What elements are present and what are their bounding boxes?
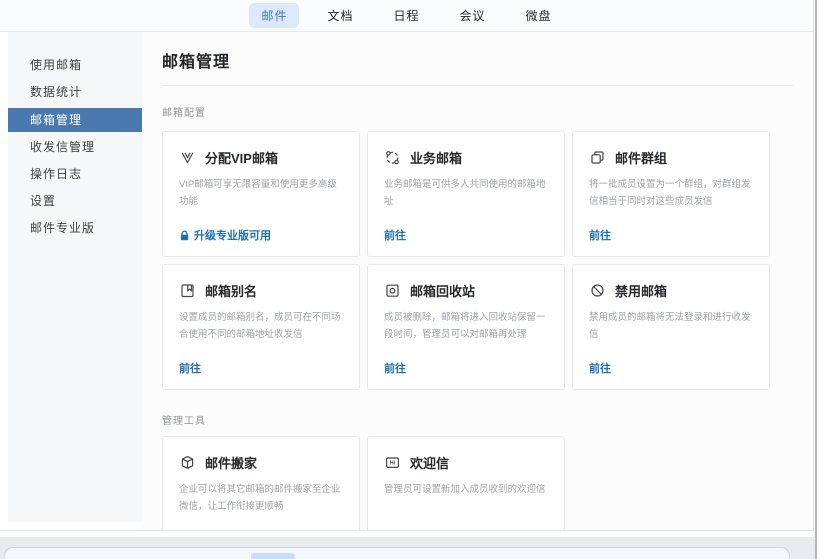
welcome-letter-icon: Hi [384,454,401,471]
card-business-mailbox: 业务邮箱 业务邮箱是可供多人共同使用的邮箱地址 前往 [367,131,565,257]
card-title: 邮件群组 [615,148,667,167]
card-welcome-letter: Hi 欢迎信 管理员可设置新加入成员收到的欢迎信 前往 [367,436,565,530]
card-desc: 禁用成员的邮箱将无法登录和进行收发信 [589,310,756,343]
mail-migration-icon [179,454,196,471]
tab-mail[interactable]: 邮件 [249,3,299,28]
mailbox-alias-icon [179,282,196,299]
go-link-mailbox-recycle[interactable]: 前往 [384,360,406,376]
card-mail-migration: 邮件搬家 企业可以将其它邮箱的邮件搬家至企业微信，让工作衔接更顺畅 前往 [162,436,360,530]
card-title: 邮件搬家 [205,453,257,472]
sidebar: 使用邮箱 数据统计 邮箱管理 收发信管理 操作日志 设置 邮件专业版 [8,32,142,522]
section-label-mailbox-config: 邮箱配置 [162,104,793,119]
go-link-business-mailbox[interactable]: 前往 [384,227,406,243]
go-link-mail-group[interactable]: 前往 [589,227,611,243]
svg-text:Hi: Hi [390,461,396,467]
content-area: 邮箱管理 邮箱配置 分配VIP邮箱 [142,32,813,530]
background-window-active-tab-pill[interactable] [251,553,295,559]
business-mailbox-icon [384,149,401,166]
sidebar-item-operation-log[interactable]: 操作日志 [8,161,142,188]
mail-group-icon [589,149,606,166]
card-title: 业务邮箱 [410,148,462,167]
sidebar-item-send-receive[interactable]: 收发信管理 [8,134,142,161]
card-title: 邮箱别名 [205,281,257,300]
card-desc: 设置成员的邮箱别名，成员可在不同场合使用不同的邮箱地址收发信 [179,310,346,343]
sidebar-item-mailbox-manage[interactable]: 邮箱管理 [8,108,142,132]
card-desc: VIP邮箱可享无限容量和使用更多高级功能 [179,177,346,210]
card-title: 欢迎信 [410,453,449,472]
vip-icon [179,149,196,166]
sidebar-item-use-mailbox[interactable]: 使用邮箱 [8,52,142,79]
mailbox-config-grid: 分配VIP邮箱 VIP邮箱可享无限容量和使用更多高级功能 升级专业版可用 [162,131,793,390]
disable-mailbox-icon [589,282,606,299]
tab-drive[interactable]: 微盘 [514,3,564,28]
card-disable-mailbox: 禁用邮箱 禁用成员的邮箱将无法登录和进行收发信 前往 [572,264,770,390]
sidebar-item-statistics[interactable]: 数据统计 [8,79,142,106]
title-divider [162,85,793,86]
card-title: 邮箱回收站 [410,281,475,300]
card-mail-group: 邮件群组 将一批成员设置为一个群组，对群组发信相当于同时对这些成员发信 前往 [572,131,770,257]
top-nav: 邮件 文档 日程 会议 微盘 [0,0,813,32]
tab-docs[interactable]: 文档 [315,3,365,28]
background-window[interactable] [4,547,790,559]
page-title: 邮箱管理 [162,48,793,72]
card-desc: 业务邮箱是可供多人共同使用的邮箱地址 [384,177,551,210]
window-right-edge [815,0,817,559]
card-mailbox-alias: 邮箱别名 设置成员的邮箱别名，成员可在不同场合使用不同的邮箱地址收发信 前往 [162,264,360,390]
upgrade-pro-link[interactable]: 升级专业版可用 [179,227,271,243]
tab-meeting[interactable]: 会议 [448,3,498,28]
main-window: 邮件 文档 日程 会议 微盘 使用邮箱 数据统计 邮箱管理 收发信管理 操作日志… [0,0,814,531]
card-vip-mailbox: 分配VIP邮箱 VIP邮箱可享无限容量和使用更多高级功能 升级专业版可用 [162,131,360,257]
card-title: 分配VIP邮箱 [205,148,278,167]
card-desc: 成员被删除，邮箱将进入回收站保留一段时间，管理员可以对邮箱再处理 [384,310,551,343]
card-desc: 管理员可设置新加入成员收到的欢迎信 [384,482,551,499]
go-link-mailbox-alias[interactable]: 前往 [179,360,201,376]
admin-tools-grid: 邮件搬家 企业可以将其它邮箱的邮件搬家至企业微信，让工作衔接更顺畅 前往 Hi [162,436,793,530]
card-desc: 将一批成员设置为一个群组，对群组发信相当于同时对这些成员发信 [589,177,756,210]
tab-schedule[interactable]: 日程 [381,3,431,28]
mailbox-recycle-icon [384,282,401,299]
section-label-admin-tools: 管理工具 [162,412,793,427]
go-link-disable-mailbox[interactable]: 前往 [589,360,611,376]
card-title: 禁用邮箱 [615,281,667,300]
sidebar-item-mail-pro[interactable]: 邮件专业版 [8,215,142,242]
sidebar-item-settings[interactable]: 设置 [8,188,142,215]
lock-icon [179,230,190,241]
card-mailbox-recycle: 邮箱回收站 成员被删除，邮箱将进入回收站保留一段时间，管理员可以对邮箱再处理 前… [367,264,565,390]
card-desc: 企业可以将其它邮箱的邮件搬家至企业微信，让工作衔接更顺畅 [179,482,346,515]
screen: 邮件 文档 日程 会议 微盘 使用邮箱 数据统计 邮箱管理 收发信管理 操作日志… [0,0,827,559]
